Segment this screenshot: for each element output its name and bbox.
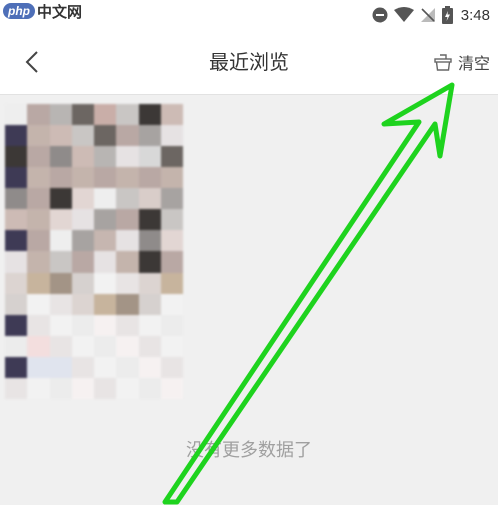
annotation-arrow xyxy=(162,82,455,505)
